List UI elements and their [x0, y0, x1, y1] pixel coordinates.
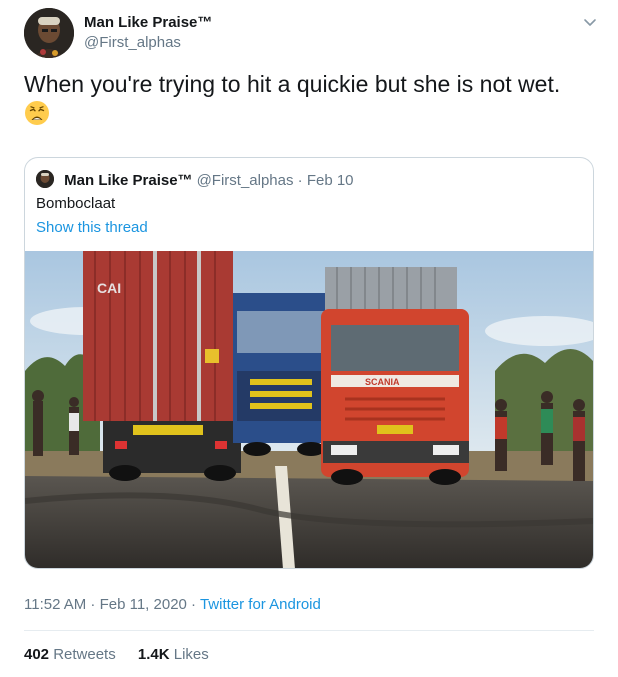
weary-face-emoji-icon	[25, 101, 49, 125]
tweet-header: Man Like Praise™ @First_alphas	[24, 8, 600, 58]
retweets-count: 402	[24, 646, 50, 663]
likes-count: 1.4K	[137, 646, 170, 663]
avatar-image	[24, 8, 74, 58]
retweets-label: Retweets	[49, 646, 116, 663]
likes-stat[interactable]: 1.4K Likes	[138, 645, 209, 665]
show-thread-link[interactable]: Show this thread	[36, 218, 148, 238]
divider	[24, 630, 594, 631]
retweets-stat[interactable]: 402 Retweets	[24, 645, 116, 665]
avatar[interactable]	[24, 8, 74, 58]
quoted-tweet[interactable]: Man Like Praise™ @First_alphas · Feb 10 B…	[24, 157, 594, 569]
likes-label: Likes	[169, 646, 209, 663]
quoted-text: Bomboclaat	[36, 195, 116, 212]
quoted-avatar[interactable]	[36, 170, 54, 188]
user-handle[interactable]: @First_alphas	[84, 33, 212, 53]
container-logo-text: CAI	[97, 280, 121, 296]
timestamp-text[interactable]: 11:52 AM · Feb 11, 2020 ·	[24, 596, 200, 613]
source-link[interactable]: Twitter for Android	[200, 596, 321, 613]
display-name[interactable]: Man Like Praise™	[84, 13, 212, 33]
tweet-text: When you're trying to hit a quickie but …	[24, 71, 561, 97]
quoted-tweet-header: Man Like Praise™ @First_alphas · Feb 10	[36, 170, 354, 190]
quoted-photo[interactable]: CAI SCANIA	[25, 251, 593, 569]
tweet-card: Man Like Praise™ @First_alphas When you'…	[0, 0, 618, 677]
quoted-meta: @First_alphas · Feb 10	[196, 172, 354, 189]
chevron-down-icon[interactable]	[580, 12, 600, 32]
truck-brand-text: SCANIA	[365, 377, 400, 387]
engagement-stats: 402 Retweets 1.4K Likes	[24, 645, 227, 665]
quoted-display-name[interactable]: Man Like Praise™	[64, 172, 192, 189]
tweet-timestamp: 11:52 AM · Feb 11, 2020 · Twitter for An…	[24, 595, 321, 615]
user-info[interactable]: Man Like Praise™ @First_alphas	[84, 13, 212, 53]
